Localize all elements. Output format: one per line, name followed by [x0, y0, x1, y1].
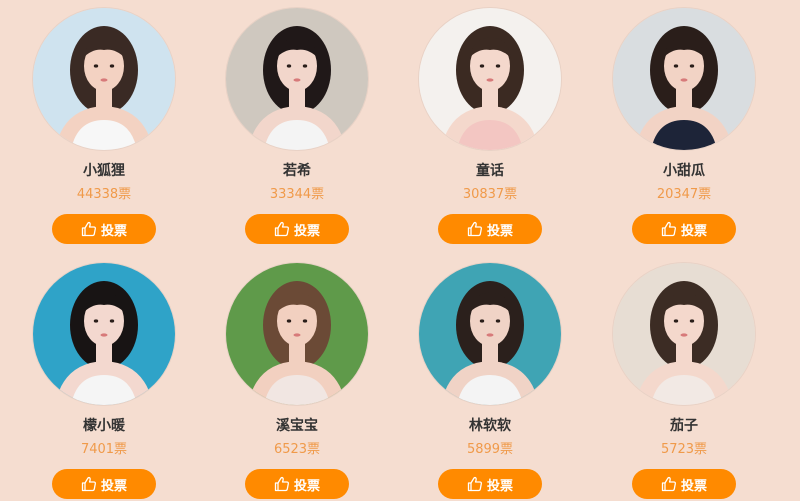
contestant-card: 溪宝宝 6523票 投票 [222, 263, 372, 499]
contestant-photo[interactable] [613, 263, 755, 405]
contestant-name: 童话 [476, 163, 504, 179]
vote-button[interactable]: 投票 [52, 469, 156, 499]
contestant-grid: 小狐狸 44338票 投票 若希 33344票 投票 童话 30837票 投票 … [0, 0, 800, 501]
vote-button-label: 投票 [680, 478, 707, 494]
thumbs-up-glyph [81, 476, 96, 492]
vote-button[interactable]: 投票 [632, 469, 736, 499]
portrait-illustration [613, 263, 755, 405]
contestant-photo[interactable] [33, 8, 175, 150]
portrait-illustration [419, 263, 561, 405]
thumbs-up-glyph [467, 476, 482, 492]
vote-count: 7401票 [80, 442, 128, 457]
contestant-card: 檬小暖 7401票 投票 [29, 263, 179, 499]
thumbs-up-icon [274, 221, 290, 237]
thumbs-up-icon [661, 221, 677, 237]
vote-button-label: 投票 [680, 223, 707, 239]
contestant-photo[interactable] [613, 8, 755, 150]
vote-count: 5899票 [466, 442, 514, 457]
thumbs-up-glyph [274, 476, 289, 492]
vote-button-label: 投票 [293, 223, 320, 239]
vote-count: 33344票 [269, 187, 325, 202]
thumbs-up-icon [274, 476, 290, 492]
portrait-illustration [613, 8, 755, 150]
thumbs-up-glyph [81, 221, 96, 237]
contestant-card: 林软软 5899票 投票 [415, 263, 565, 499]
vote-button[interactable]: 投票 [438, 469, 542, 499]
contestant-name: 小甜瓜 [663, 163, 705, 179]
vote-button[interactable]: 投票 [52, 214, 156, 244]
contestant-card: 小甜瓜 20347票 投票 [609, 8, 759, 244]
vote-count: 44338票 [76, 187, 132, 202]
contestant-name: 小狐狸 [83, 163, 125, 179]
portrait-illustration [33, 8, 175, 150]
contestant-name: 若希 [283, 163, 311, 179]
vote-button[interactable]: 投票 [245, 214, 349, 244]
thumbs-up-glyph [467, 221, 482, 237]
vote-button-label: 投票 [100, 478, 127, 494]
portrait-illustration [33, 263, 175, 405]
vote-count: 20347票 [656, 187, 712, 202]
thumbs-up-icon [661, 476, 677, 492]
contestant-photo[interactable] [419, 8, 561, 150]
thumbs-up-glyph [274, 221, 289, 237]
vote-button-label: 投票 [293, 478, 320, 494]
vote-button-label: 投票 [100, 223, 127, 239]
contestant-card: 若希 33344票 投票 [222, 8, 372, 244]
contestant-photo[interactable] [226, 263, 368, 405]
thumbs-up-glyph [661, 221, 676, 237]
vote-count: 30837票 [462, 187, 518, 202]
thumbs-up-icon [467, 476, 483, 492]
vote-button[interactable]: 投票 [632, 214, 736, 244]
vote-button-label: 投票 [486, 478, 513, 494]
vote-button-label: 投票 [486, 223, 513, 239]
contestant-photo[interactable] [33, 263, 175, 405]
contestant-card: 童话 30837票 投票 [415, 8, 565, 244]
contestant-name: 林软软 [469, 418, 511, 434]
thumbs-up-icon [467, 221, 483, 237]
contestant-name: 茄子 [670, 418, 698, 434]
thumbs-up-glyph [661, 476, 676, 492]
vote-count: 6523票 [273, 442, 321, 457]
contestant-card: 小狐狸 44338票 投票 [29, 8, 179, 244]
contestant-name: 檬小暖 [83, 418, 125, 434]
contestant-photo[interactable] [419, 263, 561, 405]
contestant-card: 茄子 5723票 投票 [609, 263, 759, 499]
contestant-photo[interactable] [226, 8, 368, 150]
thumbs-up-icon [81, 476, 97, 492]
contestant-name: 溪宝宝 [276, 418, 318, 434]
portrait-illustration [226, 8, 368, 150]
vote-button[interactable]: 投票 [438, 214, 542, 244]
portrait-illustration [419, 8, 561, 150]
thumbs-up-icon [81, 221, 97, 237]
portrait-illustration [226, 263, 368, 405]
vote-count: 5723票 [660, 442, 708, 457]
vote-button[interactable]: 投票 [245, 469, 349, 499]
